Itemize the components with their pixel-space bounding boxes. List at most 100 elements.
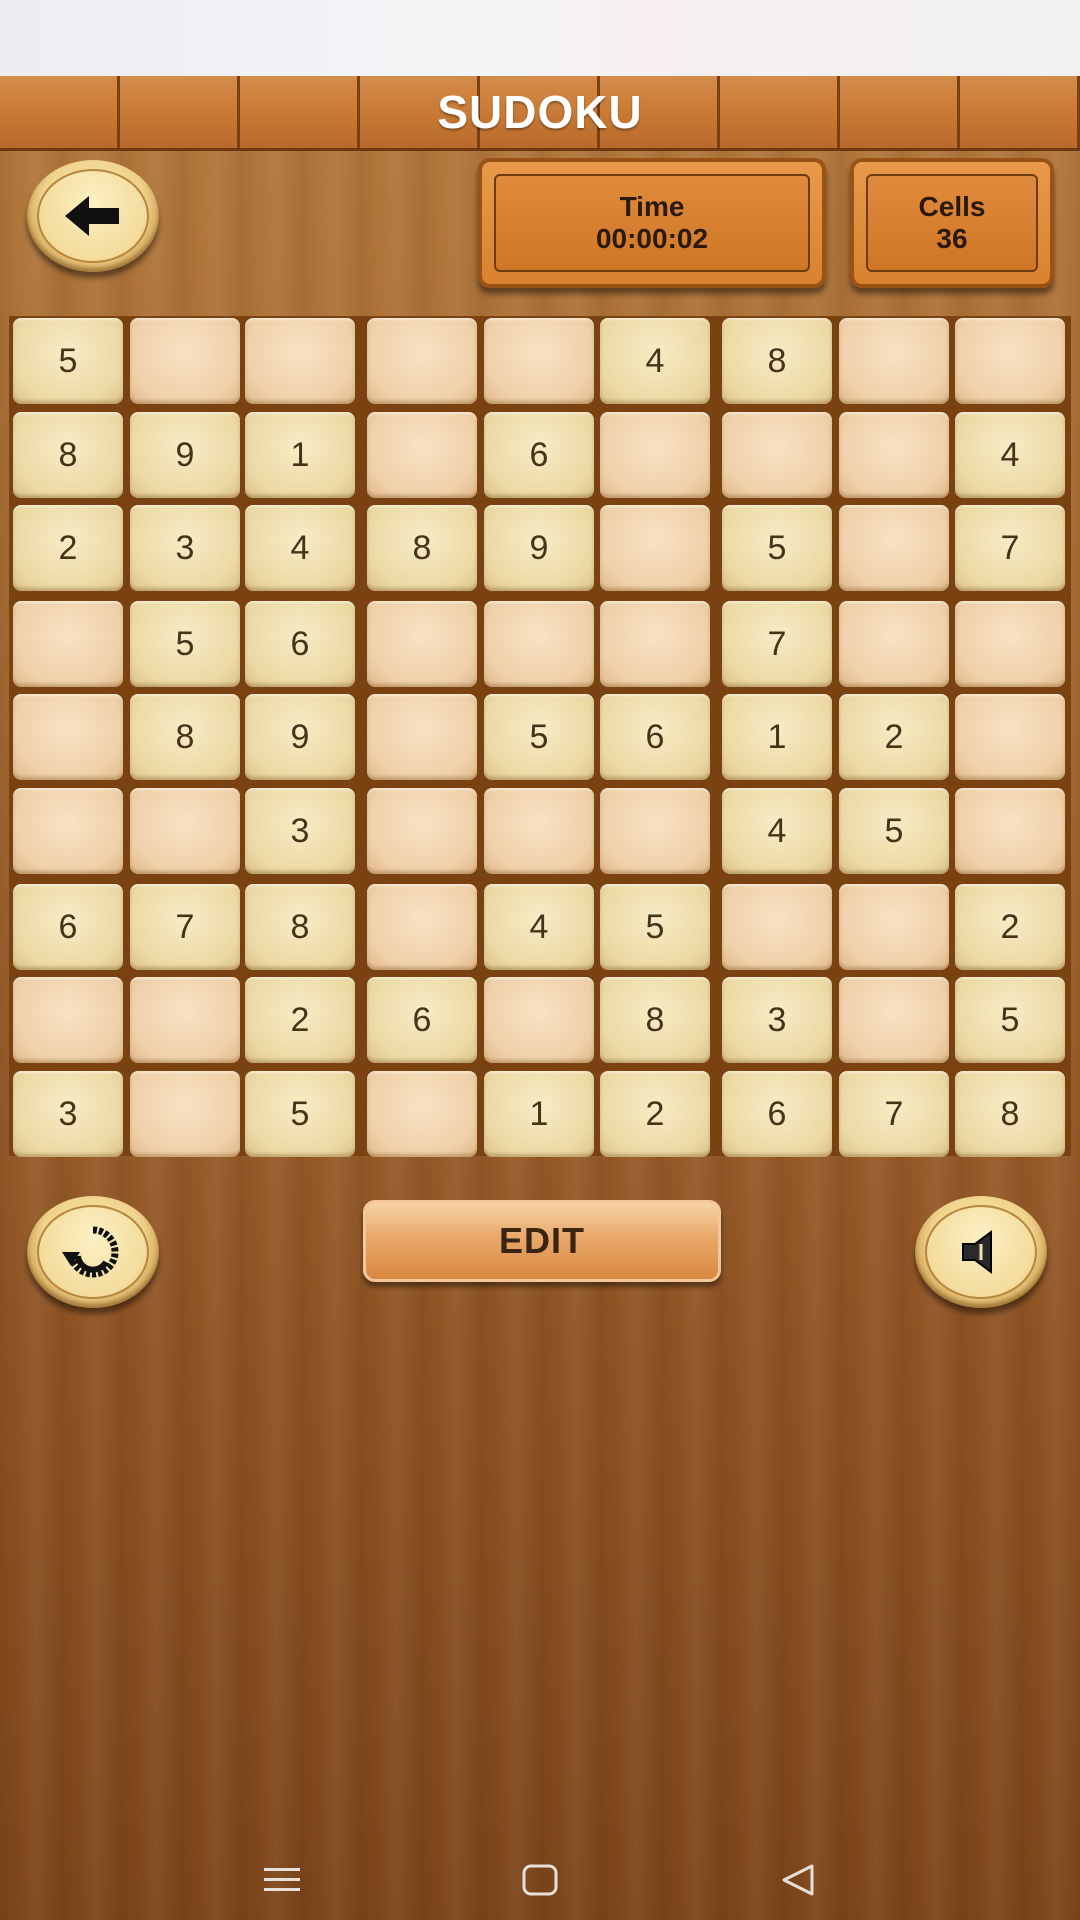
sudoku-cell[interactable]: 5	[839, 788, 949, 874]
sudoku-cell[interactable]	[367, 318, 477, 404]
sudoku-cell[interactable]	[839, 884, 949, 970]
sudoku-cell[interactable]: 3	[722, 977, 832, 1063]
edit-button[interactable]: EDIT	[363, 1200, 721, 1282]
home-icon[interactable]	[520, 1862, 560, 1898]
sudoku-cell[interactable]	[245, 318, 355, 404]
sudoku-cell[interactable]	[130, 788, 240, 874]
sudoku-cell[interactable]: 4	[245, 505, 355, 591]
arrow-left-icon	[65, 196, 119, 236]
time-label: Time	[619, 191, 685, 222]
status-bar	[0, 0, 1080, 76]
sudoku-cell[interactable]: 1	[484, 1071, 594, 1157]
sudoku-cell[interactable]	[484, 318, 594, 404]
sudoku-cell[interactable]: 8	[722, 318, 832, 404]
sudoku-cell[interactable]: 8	[600, 977, 710, 1063]
page-title: SUDOKU	[437, 86, 643, 138]
sudoku-cell[interactable]	[955, 318, 1065, 404]
sudoku-cell[interactable]: 9	[130, 412, 240, 498]
back-nav-icon[interactable]	[778, 1862, 818, 1898]
sudoku-cell[interactable]	[367, 1071, 477, 1157]
sudoku-cell[interactable]: 8	[367, 505, 477, 591]
sudoku-cell[interactable]: 9	[484, 505, 594, 591]
sudoku-cell[interactable]	[722, 412, 832, 498]
sudoku-cell[interactable]: 6	[245, 601, 355, 687]
sudoku-cell[interactable]: 5	[955, 977, 1065, 1063]
sudoku-cell[interactable]	[600, 412, 710, 498]
sudoku-cell[interactable]: 2	[13, 505, 123, 591]
sudoku-cell[interactable]: 5	[13, 318, 123, 404]
sudoku-cell[interactable]: 7	[130, 884, 240, 970]
sudoku-cell[interactable]	[600, 601, 710, 687]
sudoku-cell[interactable]	[367, 601, 477, 687]
sudoku-cell[interactable]: 4	[484, 884, 594, 970]
cells-value: 36	[936, 223, 968, 254]
sudoku-cell[interactable]	[367, 694, 477, 780]
menu-icon[interactable]	[262, 1862, 302, 1898]
sudoku-cell[interactable]	[600, 505, 710, 591]
sudoku-cell[interactable]	[839, 505, 949, 591]
sudoku-cell[interactable]	[955, 788, 1065, 874]
sudoku-cell[interactable]: 8	[13, 412, 123, 498]
sudoku-cell[interactable]: 4	[955, 412, 1065, 498]
sudoku-cell[interactable]	[130, 977, 240, 1063]
restart-icon	[62, 1226, 119, 1278]
restart-button[interactable]	[27, 1196, 159, 1308]
sudoku-cell[interactable]: 6	[367, 977, 477, 1063]
sudoku-cell[interactable]	[839, 412, 949, 498]
title-bar: SUDOKU	[0, 76, 1080, 151]
sudoku-cell[interactable]: 4	[722, 788, 832, 874]
sudoku-cell[interactable]	[13, 601, 123, 687]
sudoku-cell[interactable]: 3	[130, 505, 240, 591]
sudoku-cell[interactable]	[839, 977, 949, 1063]
sudoku-cell[interactable]	[367, 412, 477, 498]
sudoku-cell[interactable]: 3	[245, 788, 355, 874]
sudoku-cell[interactable]	[839, 601, 949, 687]
sudoku-cell[interactable]: 5	[130, 601, 240, 687]
sound-button[interactable]	[915, 1196, 1047, 1308]
sudoku-cell[interactable]: 3	[13, 1071, 123, 1157]
sudoku-cell[interactable]: 1	[722, 694, 832, 780]
sudoku-cell[interactable]: 6	[722, 1071, 832, 1157]
sudoku-cell[interactable]: 6	[600, 694, 710, 780]
sudoku-cell[interactable]: 2	[600, 1071, 710, 1157]
sudoku-cell[interactable]	[484, 601, 594, 687]
sudoku-cell[interactable]	[367, 788, 477, 874]
sudoku-cell[interactable]	[484, 977, 594, 1063]
sudoku-cell[interactable]	[13, 788, 123, 874]
sudoku-cell[interactable]	[367, 884, 477, 970]
sudoku-cell[interactable]	[130, 318, 240, 404]
sudoku-cell[interactable]: 2	[245, 977, 355, 1063]
sudoku-cell[interactable]: 8	[955, 1071, 1065, 1157]
sudoku-cell[interactable]: 6	[484, 412, 594, 498]
sudoku-cell[interactable]: 4	[600, 318, 710, 404]
sudoku-cell[interactable]	[955, 601, 1065, 687]
sudoku-cell[interactable]	[722, 884, 832, 970]
sudoku-cell[interactable]	[600, 788, 710, 874]
speaker-icon	[962, 1230, 992, 1274]
sudoku-cell[interactable]	[484, 788, 594, 874]
cells-panel: Cells 36	[850, 158, 1054, 288]
sudoku-cell[interactable]	[13, 977, 123, 1063]
sudoku-cell[interactable]	[130, 1071, 240, 1157]
sudoku-cell[interactable]: 5	[600, 884, 710, 970]
sudoku-board: 5488916423489575678956123456784522683535…	[9, 316, 1071, 1157]
sudoku-cell[interactable]: 6	[13, 884, 123, 970]
sudoku-cell[interactable]	[13, 694, 123, 780]
time-value: 00:00:02	[595, 223, 709, 254]
sudoku-cell[interactable]: 7	[839, 1071, 949, 1157]
sudoku-cell[interactable]	[839, 318, 949, 404]
sudoku-cell[interactable]: 5	[484, 694, 594, 780]
sudoku-cell[interactable]: 8	[130, 694, 240, 780]
sudoku-cell[interactable]: 2	[955, 884, 1065, 970]
sudoku-cell[interactable]	[955, 694, 1065, 780]
back-button[interactable]	[27, 160, 159, 272]
sudoku-cell[interactable]: 5	[722, 505, 832, 591]
sudoku-cell[interactable]: 9	[245, 694, 355, 780]
timer-panel: Time 00:00:02	[478, 158, 826, 288]
sudoku-cell[interactable]: 1	[245, 412, 355, 498]
sudoku-cell[interactable]: 7	[722, 601, 832, 687]
sudoku-cell[interactable]: 2	[839, 694, 949, 780]
sudoku-cell[interactable]: 8	[245, 884, 355, 970]
sudoku-cell[interactable]: 5	[245, 1071, 355, 1157]
sudoku-cell[interactable]: 7	[955, 505, 1065, 591]
